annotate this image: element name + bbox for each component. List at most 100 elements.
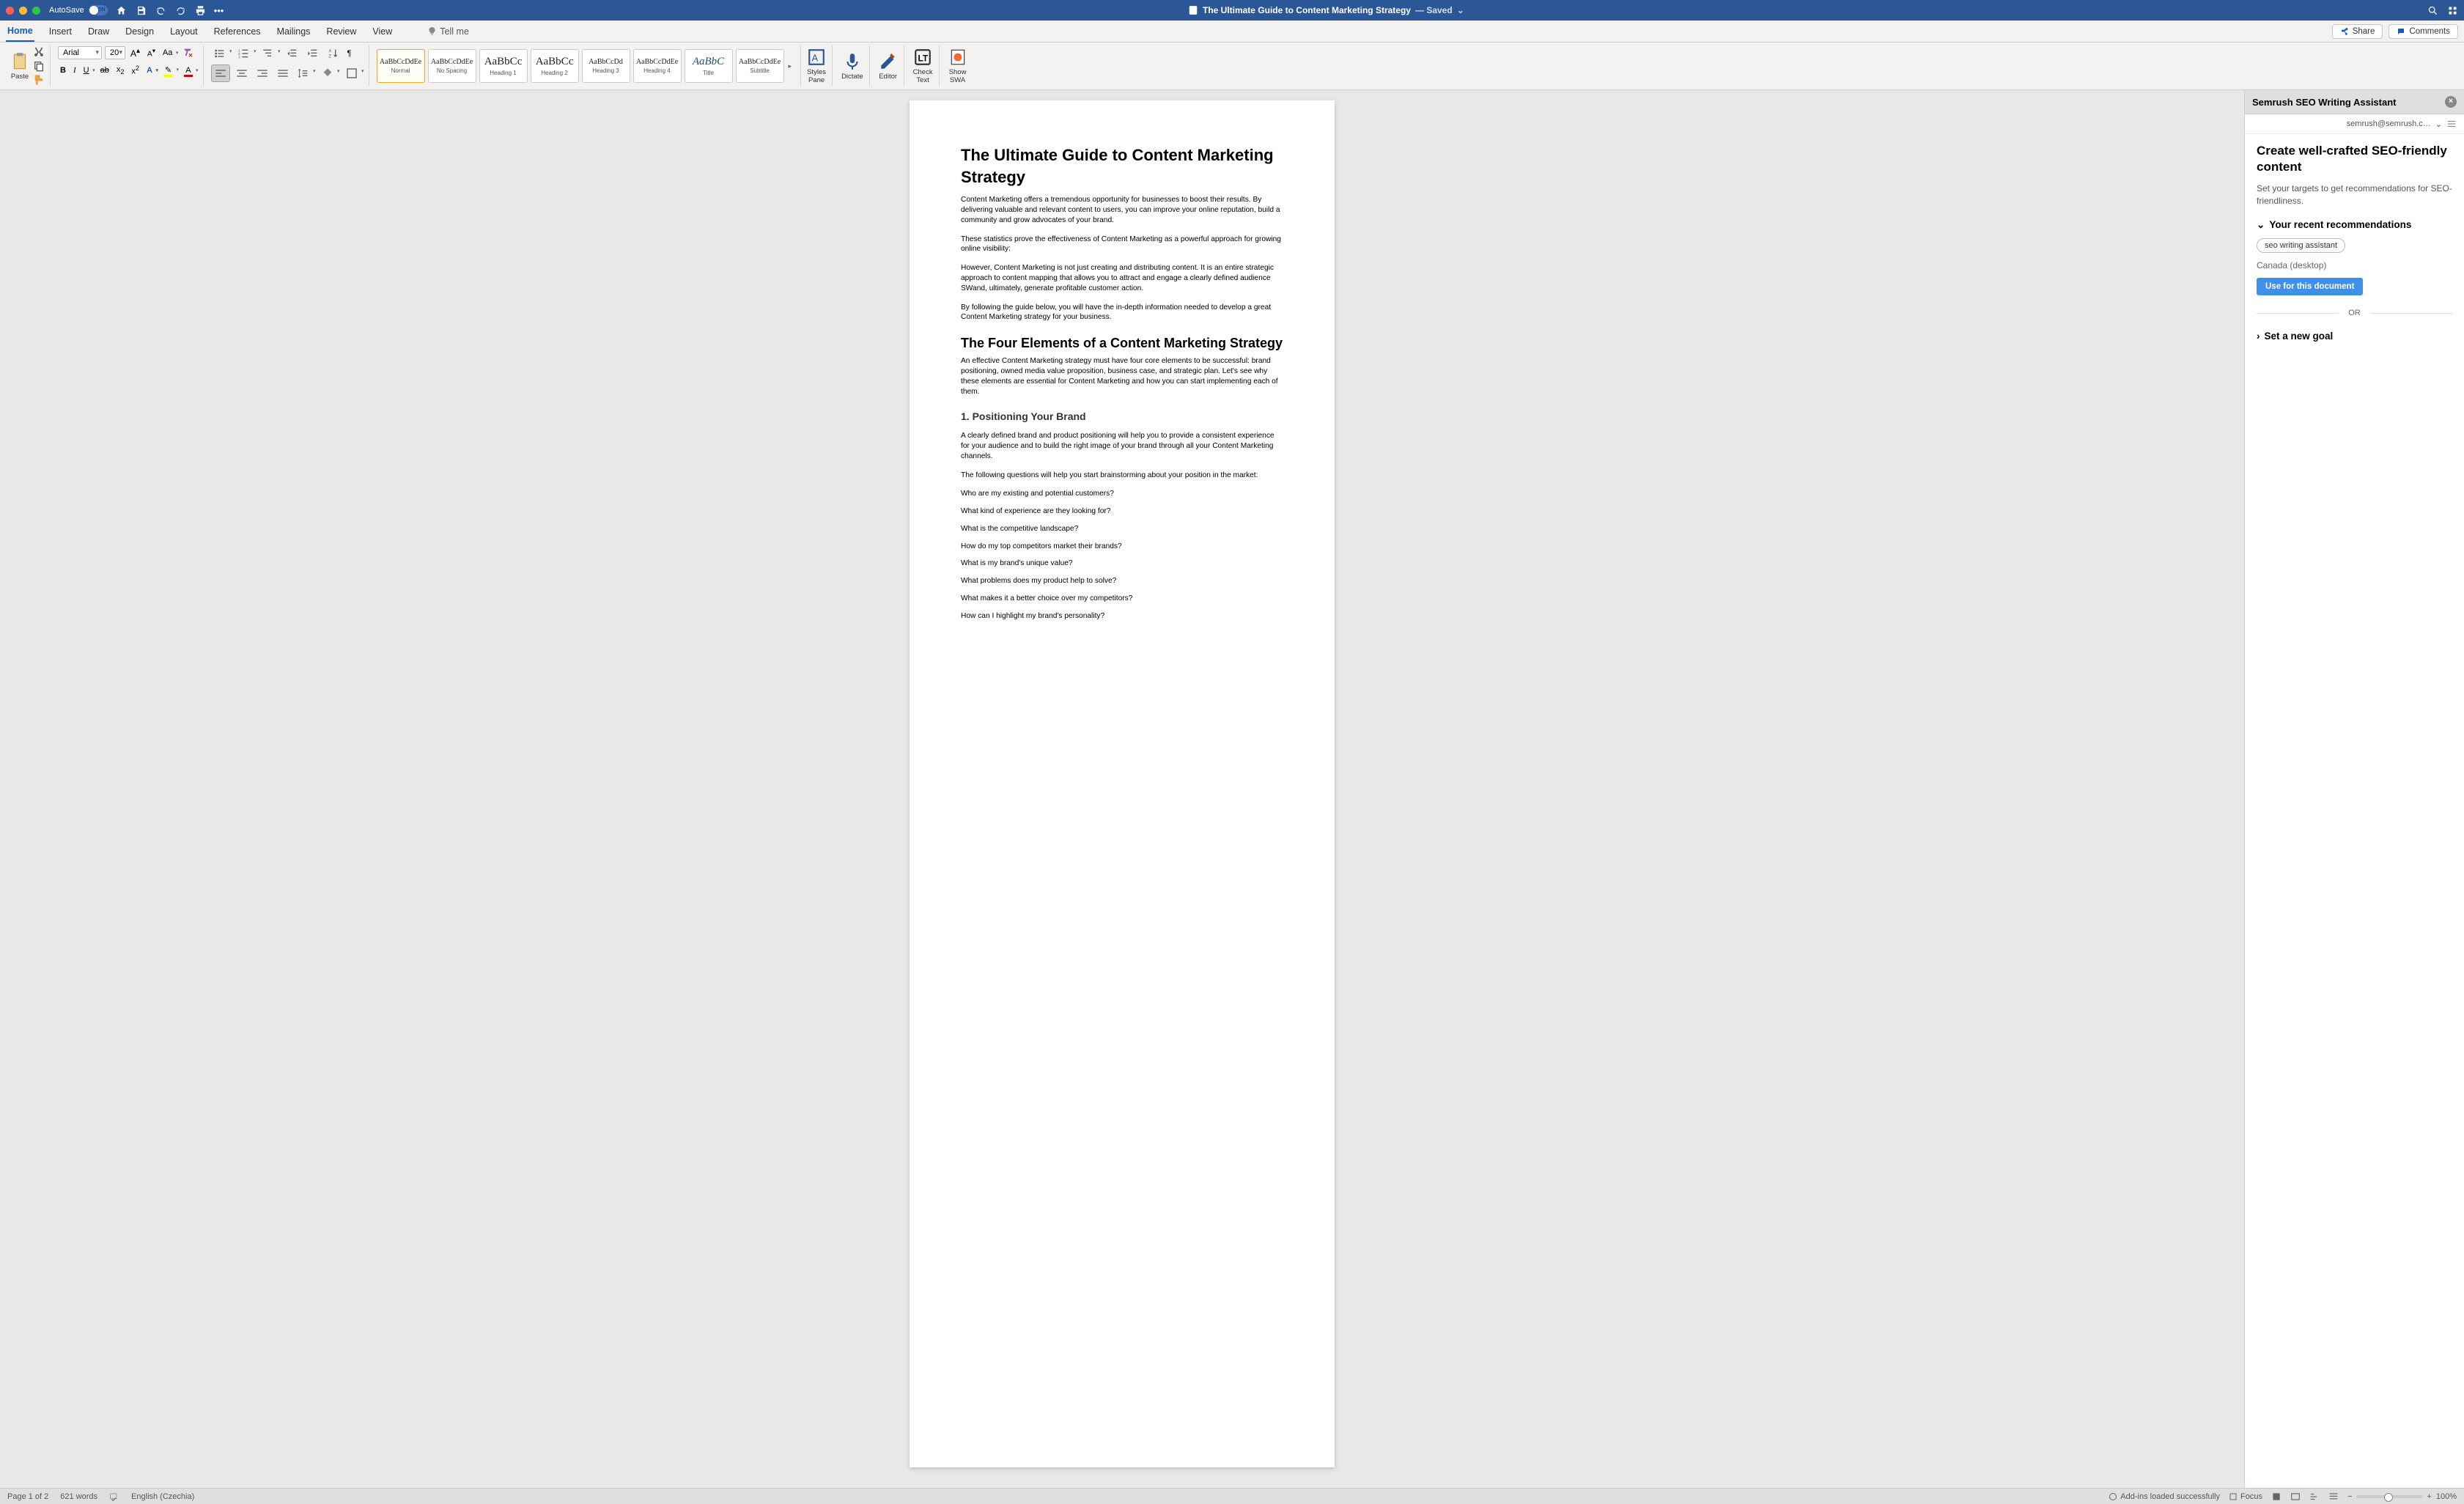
tab-design[interactable]: Design bbox=[124, 22, 155, 41]
tab-insert[interactable]: Insert bbox=[48, 22, 73, 41]
home-icon[interactable] bbox=[116, 5, 127, 16]
keyword-chip[interactable]: seo writing assistant bbox=[2257, 238, 2345, 253]
format-painter-icon[interactable] bbox=[33, 74, 45, 86]
document-canvas[interactable]: The Ultimate Guide to Content Marketing … bbox=[0, 90, 2244, 1488]
document-page[interactable]: The Ultimate Guide to Content Marketing … bbox=[910, 100, 1335, 1467]
search-icon[interactable] bbox=[2427, 5, 2438, 16]
clear-format-icon[interactable] bbox=[182, 47, 193, 59]
borders-icon[interactable] bbox=[343, 65, 364, 81]
decrease-indent-icon[interactable] bbox=[284, 45, 301, 62]
tab-home[interactable]: Home bbox=[6, 21, 34, 42]
style-normal[interactable]: AaBbCcDdEeNormal bbox=[377, 49, 425, 83]
subscript-icon[interactable]: x2 bbox=[114, 64, 127, 77]
tab-review[interactable]: Review bbox=[325, 22, 358, 41]
tab-view[interactable]: View bbox=[371, 22, 394, 41]
qat-overflow-icon[interactable]: ••• bbox=[214, 5, 225, 16]
line-spacing-icon[interactable] bbox=[295, 65, 316, 81]
maximize-window-icon[interactable] bbox=[32, 7, 40, 15]
tell-me-search[interactable]: Tell me bbox=[427, 26, 469, 37]
share-button[interactable]: Share bbox=[2332, 24, 2383, 39]
dictate-button[interactable]: Dictate bbox=[840, 52, 865, 81]
doc-p3: However, Content Marketing is not just c… bbox=[961, 263, 1283, 293]
tab-references[interactable]: References bbox=[213, 22, 262, 41]
align-center-icon[interactable] bbox=[233, 65, 251, 81]
sidepane-account: semrush@semrush.c… bbox=[2347, 119, 2431, 128]
superscript-icon[interactable]: x2 bbox=[129, 63, 141, 78]
title-dropdown-icon[interactable]: ⌄ bbox=[1457, 5, 1464, 15]
increase-font-icon[interactable]: A▴ bbox=[128, 45, 142, 60]
underline-icon[interactable]: U bbox=[81, 64, 95, 76]
font-name-select[interactable]: Arial bbox=[58, 46, 102, 59]
show-marks-icon[interactable]: ¶ bbox=[345, 48, 354, 59]
draft-view-icon[interactable] bbox=[2328, 1492, 2339, 1502]
sort-icon[interactable]: AZ bbox=[325, 45, 342, 62]
multilevel-list-icon[interactable] bbox=[259, 45, 281, 62]
use-for-document-button[interactable]: Use for this document bbox=[2257, 278, 2363, 295]
strikethrough-icon[interactable]: ab bbox=[98, 64, 111, 76]
paste-button[interactable]: Paste bbox=[9, 52, 31, 81]
align-right-icon[interactable] bbox=[254, 65, 271, 81]
text-effects-icon[interactable]: A bbox=[144, 64, 158, 76]
zoom-level[interactable]: 100% bbox=[2436, 1492, 2457, 1501]
increase-indent-icon[interactable] bbox=[304, 45, 322, 62]
zoom-in-icon[interactable]: + bbox=[2427, 1492, 2431, 1501]
focus-button[interactable]: Focus bbox=[2229, 1492, 2262, 1501]
change-case-icon[interactable]: Aa bbox=[161, 47, 178, 59]
zoom-slider[interactable] bbox=[2356, 1495, 2422, 1498]
bold-icon[interactable]: B bbox=[58, 64, 68, 76]
svg-text:A: A bbox=[328, 50, 331, 54]
tab-mailings[interactable]: Mailings bbox=[276, 22, 312, 41]
save-icon[interactable] bbox=[136, 5, 147, 16]
font-size-select[interactable]: 20 bbox=[105, 46, 125, 59]
editor-button[interactable]: Editor bbox=[877, 52, 899, 81]
autosave-switch-icon[interactable]: ON bbox=[89, 5, 108, 15]
decrease-font-icon[interactable]: A▾ bbox=[145, 45, 158, 59]
set-new-goal-toggle[interactable]: › Set a new goal bbox=[2257, 331, 2452, 342]
highlight-icon[interactable]: ✎ bbox=[161, 64, 179, 76]
show-swa-button[interactable]: Show SWA bbox=[947, 48, 969, 84]
sidepane-menu-icon[interactable] bbox=[2446, 119, 2457, 129]
page-indicator[interactable]: Page 1 of 2 bbox=[7, 1492, 48, 1501]
check-text-button[interactable]: LT Check Text bbox=[912, 48, 934, 84]
spellcheck-icon[interactable] bbox=[109, 1492, 119, 1502]
italic-icon[interactable]: I bbox=[71, 64, 78, 76]
close-sidepane-icon[interactable]: × bbox=[2445, 96, 2457, 108]
ribbon-options-icon[interactable] bbox=[2447, 5, 2458, 16]
style-no-spacing[interactable]: AaBbCcDdEeNo Spacing bbox=[428, 49, 476, 83]
language-indicator[interactable]: English (Czechia) bbox=[131, 1492, 194, 1501]
close-window-icon[interactable] bbox=[6, 7, 14, 15]
styles-more-icon[interactable]: ▸ bbox=[787, 62, 794, 70]
shading-icon[interactable] bbox=[319, 65, 340, 81]
print-layout-view-icon[interactable] bbox=[2271, 1492, 2282, 1502]
cut-icon[interactable] bbox=[33, 46, 45, 58]
minimize-window-icon[interactable] bbox=[19, 7, 27, 15]
style-heading-1[interactable]: AaBbCcHeading 1 bbox=[479, 49, 528, 83]
autosave-toggle[interactable]: AutoSave ON bbox=[49, 5, 108, 15]
styles-pane-button[interactable]: A Styles Pane bbox=[805, 48, 827, 84]
statusbar: Page 1 of 2 621 words English (Czechia) … bbox=[0, 1488, 2464, 1504]
style-heading-4[interactable]: AaBbCcDdEeHeading 4 bbox=[633, 49, 682, 83]
zoom-out-icon[interactable]: − bbox=[2347, 1492, 2352, 1501]
style-heading-3[interactable]: AaBbCcDdHeading 3 bbox=[582, 49, 630, 83]
justify-icon[interactable] bbox=[274, 65, 292, 81]
outline-view-icon[interactable] bbox=[2309, 1492, 2320, 1502]
web-layout-view-icon[interactable] bbox=[2290, 1492, 2301, 1502]
align-left-icon[interactable] bbox=[211, 64, 230, 82]
undo-icon[interactable] bbox=[155, 5, 166, 16]
recent-recommendations-toggle[interactable]: ⌄ Your recent recommendations bbox=[2257, 219, 2452, 231]
account-dropdown-icon[interactable]: ⌄ bbox=[2435, 119, 2442, 129]
bullets-icon[interactable] bbox=[211, 45, 232, 62]
tab-layout[interactable]: Layout bbox=[169, 22, 199, 41]
redo-icon[interactable] bbox=[175, 5, 186, 16]
share-icon bbox=[2340, 27, 2349, 36]
print-icon[interactable] bbox=[195, 5, 206, 16]
style-heading-2[interactable]: AaBbCcHeading 2 bbox=[531, 49, 579, 83]
tab-draw[interactable]: Draw bbox=[86, 22, 111, 41]
style-title[interactable]: AaBbCTitle bbox=[685, 49, 733, 83]
copy-icon[interactable] bbox=[33, 60, 45, 72]
numbering-icon[interactable]: 123 bbox=[235, 45, 257, 62]
font-color-icon[interactable]: A bbox=[182, 64, 198, 76]
word-count[interactable]: 621 words bbox=[60, 1492, 97, 1501]
style-subtitle[interactable]: AaBbCcDdEeSubtitle bbox=[736, 49, 784, 83]
comments-button[interactable]: Comments bbox=[2389, 24, 2458, 39]
